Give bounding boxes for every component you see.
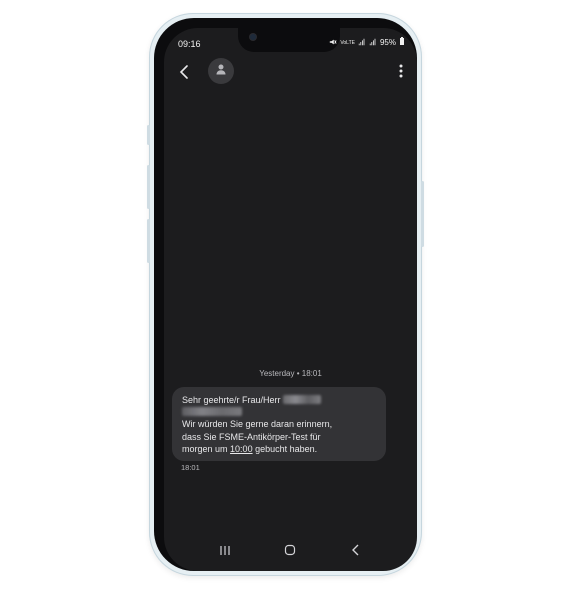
- volte-icon: VoLTE: [340, 39, 355, 46]
- navigation-bar: [164, 539, 417, 561]
- message-line-redacted: [182, 406, 376, 418]
- date-separator: Yesterday • 18:01: [259, 369, 322, 378]
- phone-bezel: 09:16 VoLTE 95% Yesterday • 18:01 Sehr g…: [154, 18, 417, 571]
- volume-up-button: [147, 125, 150, 145]
- redacted-name: [283, 395, 322, 404]
- power-button: [421, 181, 424, 247]
- volume-button: [147, 219, 150, 263]
- front-camera-icon: [250, 34, 256, 40]
- nav-back-icon[interactable]: [346, 540, 366, 560]
- back-arrow-icon[interactable]: [174, 61, 196, 83]
- message-line-4: morgen um 10:00 gebucht haben.: [182, 443, 318, 454]
- mute-icon: [329, 38, 337, 48]
- battery-text: 95%: [379, 38, 396, 47]
- home-icon[interactable]: [280, 540, 300, 560]
- phone-frame: 09:16 VoLTE 95% Yesterday • 18:01 Sehr g…: [147, 13, 424, 576]
- redacted-name: [182, 407, 242, 417]
- avatar[interactable]: [208, 58, 234, 84]
- more-vertical-icon[interactable]: [393, 62, 409, 80]
- message-bubble[interactable]: Sehr geehrte/r Frau/Herr Wir würden Sie …: [172, 387, 386, 461]
- volume-down-button: [147, 165, 150, 209]
- signal-icon: [358, 38, 366, 48]
- message-timestamp: 18:01: [181, 463, 200, 472]
- battery-icon: [399, 37, 405, 48]
- status-time: 09:16: [178, 39, 201, 49]
- recent-apps-icon[interactable]: [215, 540, 235, 560]
- message-line-3: dass Sie FSME-Antikörper-Test für: [182, 431, 321, 442]
- message-line-1: Sehr geehrte/r Frau/Herr: [182, 394, 376, 406]
- person-icon: [215, 62, 227, 80]
- signal-icon: [369, 38, 377, 48]
- time-link[interactable]: 10:00: [230, 444, 253, 454]
- message-line-2: Wir würden Sie gerne daran erinnern,: [182, 419, 333, 430]
- status-icons: VoLTE 95%: [329, 37, 405, 48]
- screen: 09:16 VoLTE 95% Yesterday • 18:01 Sehr g…: [164, 28, 417, 571]
- notch: [238, 28, 340, 52]
